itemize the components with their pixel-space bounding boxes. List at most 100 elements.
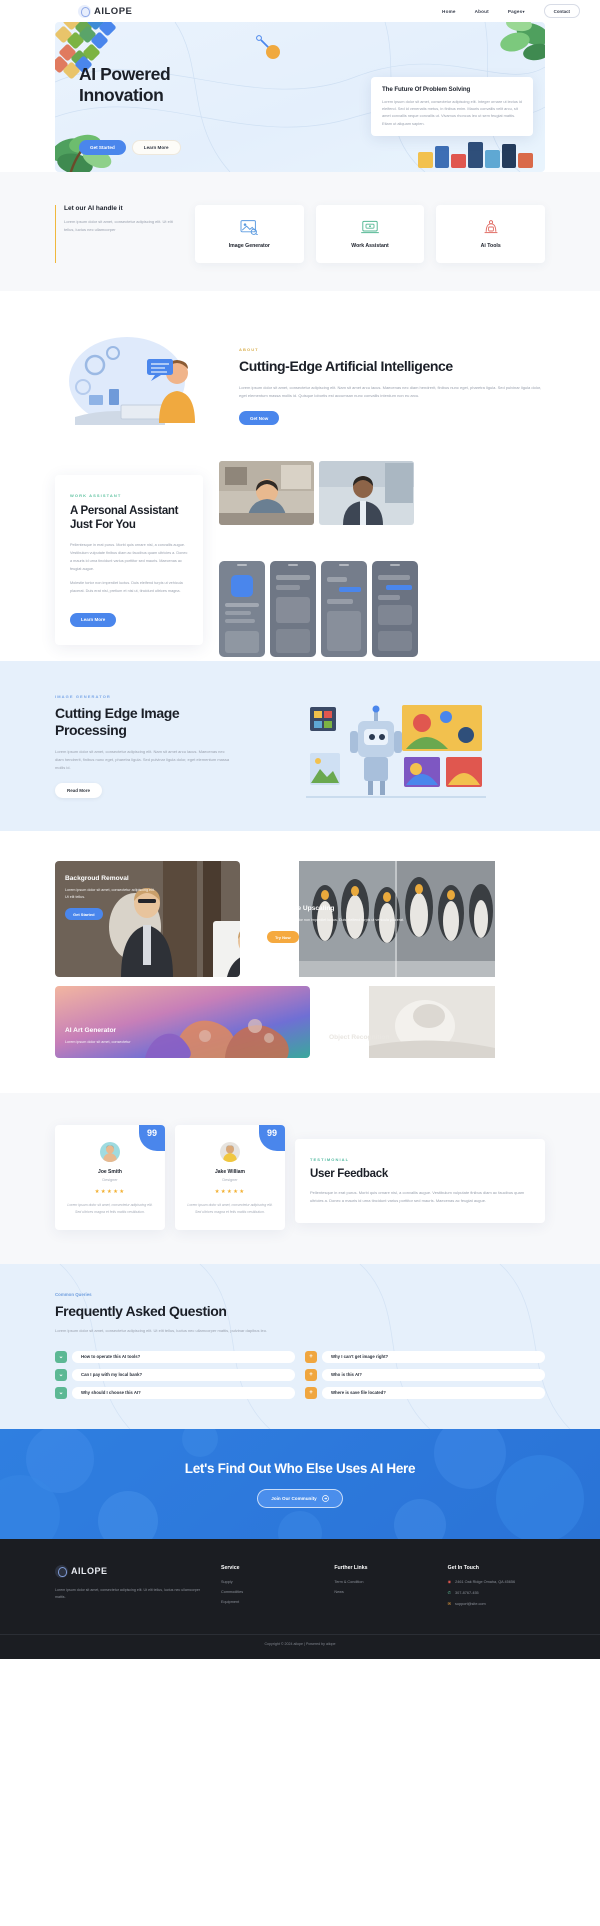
site-footer: AILOPE Lorem ipsum dolor sit amet, conse… (0, 1538, 600, 1659)
gallery-card-title: Object Recognition (329, 1034, 390, 1041)
testimonial-name: Jake William (215, 1169, 245, 1175)
gallery-card-object-recognition[interactable]: Object Recognition (319, 986, 545, 1058)
gallery-card-button[interactable]: Get Started (65, 908, 103, 921)
faq-eyebrow: Common Queries (55, 1291, 92, 1297)
testimonials-heading: User Feedback (310, 1168, 388, 1180)
hero-title-line1: AI Powered (79, 64, 171, 84)
learn-more-button[interactable]: Learn More (131, 140, 181, 156)
get-now-button[interactable]: Get Now (239, 411, 280, 425)
gallery-card-background-removal[interactable]: Backgroud Removal Lorem ipsum dolor sit … (55, 861, 240, 977)
about-eyebrow: ABOUT (239, 347, 259, 353)
testimonial-role: Designer (102, 1178, 118, 1182)
gallery-card-desc: Integer molestie tortor non imperdiet lu… (267, 918, 405, 922)
gallery-card-button[interactable]: Try Now (267, 931, 299, 943)
join-community-button[interactable]: Join Our Community (257, 1489, 343, 1509)
footer-logo[interactable]: AILOPE (55, 1564, 205, 1578)
assistant-photo-1 (219, 461, 314, 525)
footer-column-title: Get In Touch (447, 1564, 479, 1571)
phone-mockup-1 (219, 561, 265, 657)
gallery-card-ai-art-generator[interactable]: AI Art Generator Lorem ipsum dolor sit a… (55, 986, 310, 1058)
features-intro: Let our AI handle it Lorem ipsum dolor s… (55, 205, 183, 263)
testimonial-role: Designer (222, 1178, 238, 1182)
avatar (100, 1142, 120, 1162)
main-nav: Home About Pages▾ Contact (442, 4, 580, 18)
feature-card-ai-tools[interactable]: Ai Tools (436, 205, 546, 263)
image-processing-section: IMAGE GENERATOR Cutting Edge Image Proce… (0, 661, 600, 831)
gallery-card-desc: Lorem ipsum dolor sit amet, consectetur (65, 1039, 131, 1044)
contact-phone[interactable]: ✆ 307-8767-455 (447, 1590, 545, 1596)
assistant-title: A Personal Assistant Just For You (70, 505, 179, 532)
footer-link[interactable]: Equipment (221, 1600, 318, 1604)
faq-column-right: + Why I can't get image right? + Who is … (305, 1350, 545, 1399)
faq-item[interactable]: ⌄ How to operate this AI tools? (55, 1350, 295, 1363)
about-section: ABOUT Cutting-Edge Artificial Intelligen… (55, 291, 545, 461)
hero-info-card: The Future Of Problem Solving Lorem ipsu… (371, 77, 533, 136)
phone-mockup-4 (372, 561, 418, 657)
faq-item[interactable]: ⌄ Can I pay with my local bank? (55, 1368, 295, 1381)
get-started-button[interactable]: Get Started (79, 140, 126, 156)
assistant-learn-more-button[interactable]: Learn More (70, 612, 117, 627)
ai-tools-icon (484, 220, 498, 234)
contact-address-text: 2461 Oak Ridge Omaha, QA 45656 (455, 1579, 516, 1584)
faq-item[interactable]: + Why I can't get image right? (305, 1350, 545, 1363)
cta-button-label: Join Our Community (271, 1496, 317, 1502)
faq-title: Frequently Asked Question (55, 1302, 227, 1319)
footer-brand: AILOPE Lorem ipsum dolor sit amet, conse… (55, 1564, 205, 1614)
contact-button[interactable]: Contact (543, 4, 580, 18)
improc-eyebrow: IMAGE GENERATOR (55, 694, 111, 700)
phone-icon: ✆ (447, 1590, 452, 1596)
chevron-down-icon[interactable]: ⌄ (55, 1386, 67, 1399)
gallery-card-generative-upscaling[interactable]: Generative Upscaling Integer molestie to… (249, 861, 545, 977)
faq-question[interactable]: Who is this AI? (322, 1368, 545, 1381)
assistant-section: WORK ASSISTANT A Personal Assistant Just… (55, 461, 545, 661)
pin-decoration (256, 35, 280, 59)
read-more-button[interactable]: Read More (55, 783, 103, 798)
faq-item[interactable]: ⌄ Why should I choose this AI? (55, 1386, 295, 1399)
contact-address: ◉ 2461 Oak Ridge Omaha, QA 45656 (447, 1578, 545, 1585)
site-header: AILOPE Home About Pages▾ Contact (0, 0, 600, 22)
plus-icon[interactable]: + (305, 1386, 317, 1399)
feature-card-work-assistant[interactable]: Work Assistant (315, 205, 425, 263)
testimonials-heading-card: TESTIMONIAL User Feedback Pellentesque i… (295, 1139, 545, 1224)
faq-question[interactable]: Why should I choose this AI? (72, 1386, 295, 1399)
testimonial-card: 99 Jake William Designer ★★★★★ Lorem ips… (175, 1125, 285, 1230)
plus-icon[interactable]: + (305, 1368, 317, 1381)
chevron-down-icon[interactable]: ⌄ (55, 1350, 67, 1363)
robot-illustration (247, 691, 545, 801)
faq-item[interactable]: + Where is save file located? (305, 1386, 545, 1399)
assistant-photos (219, 461, 414, 525)
plus-icon[interactable]: + (305, 1350, 317, 1363)
feature-card-label: Ai Tools (480, 243, 501, 249)
gallery-card-desc: Lorem ipsum dolor sit amet, consectetur … (65, 888, 155, 900)
assistant-card: WORK ASSISTANT A Personal Assistant Just… (55, 475, 203, 645)
testimonial-text: Lorem ipsum dolor sit amet, consectetur … (67, 1203, 153, 1214)
nav-item-pages[interactable]: Pages▾ (508, 9, 525, 14)
faq-item[interactable]: + Who is this AI? (305, 1368, 545, 1381)
footer-link[interactable]: Term & Condition (334, 1580, 431, 1584)
testimonials-eyebrow: TESTIMONIAL (310, 1157, 350, 1162)
footer-link[interactable]: Commodities (221, 1590, 318, 1594)
nav-item-about[interactable]: About (475, 9, 489, 14)
hero-card-title: The Future Of Problem Solving (382, 86, 471, 93)
contact-email[interactable]: ✉ support@site.com (448, 1602, 545, 1607)
chevron-down-icon: ▾ (522, 8, 525, 14)
gallery-card-title: Backgroud Removal (65, 875, 129, 882)
hero-title: AI Powered Innovation (79, 64, 171, 107)
chevron-down-icon[interactable]: ⌄ (55, 1368, 67, 1381)
faq-question[interactable]: How to operate this AI tools? (72, 1350, 295, 1363)
hero-buttons: Get Started Learn More (79, 140, 181, 156)
footer-link[interactable]: Supply (221, 1580, 318, 1584)
nav-item-home[interactable]: Home (442, 9, 456, 14)
faq-question[interactable]: Why I can't get image right? (322, 1350, 545, 1363)
footer-column-contact: Get In Touch ◉ 2461 Oak Ridge Omaha, QA … (448, 1565, 545, 1614)
hero-title-line2: Innovation (79, 85, 164, 106)
phone-mockup-3 (321, 561, 367, 657)
faq-question[interactable]: Where is save file located? (322, 1386, 545, 1399)
cta-section: Let's Find Out Who Else Uses AI Here Joi… (0, 1428, 600, 1539)
logo[interactable]: AILOPE (78, 4, 132, 18)
feature-card-image-generator[interactable]: Image Generator (195, 205, 304, 263)
feature-card-label: Image Generator (228, 243, 270, 249)
faq-question[interactable]: Can I pay with my local bank? (72, 1368, 295, 1381)
footer-link[interactable]: News (334, 1590, 431, 1594)
location-icon: ◉ (447, 1578, 452, 1584)
